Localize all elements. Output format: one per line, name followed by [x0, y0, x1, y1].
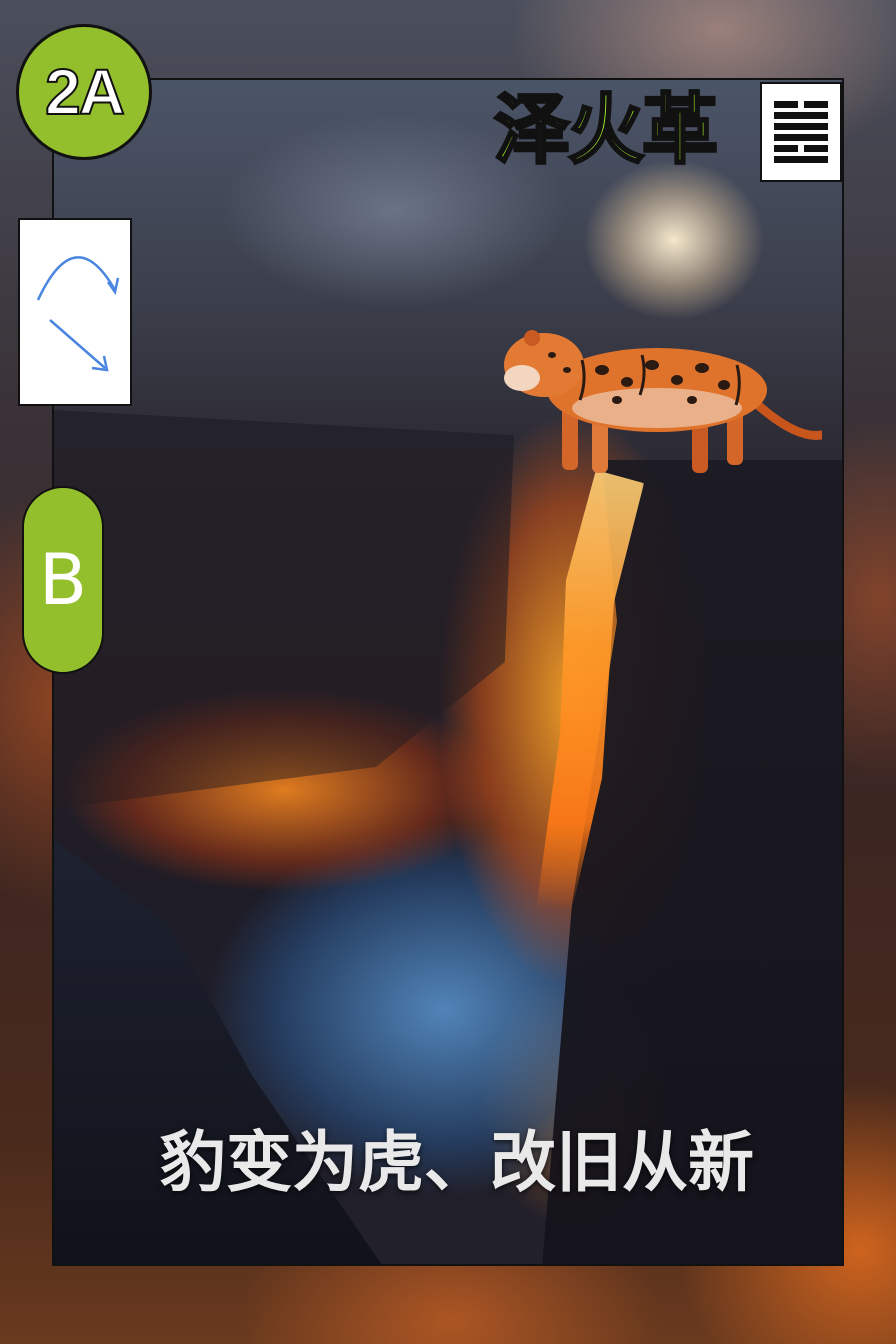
left-cliff: [54, 410, 514, 809]
hexagram-line-solid: [774, 112, 828, 119]
level-badge: 2A: [16, 24, 152, 160]
scene-image: [52, 78, 844, 1266]
hexagram-line-solid: [774, 123, 828, 130]
curved-arrows-icon: [18, 218, 132, 406]
hexagram-title: 泽火革: [493, 84, 720, 176]
hexagram-line-solid: [774, 156, 828, 163]
caption-text: 豹变为虎、改旧从新: [160, 1124, 754, 1201]
hexagram-ge-icon: [760, 82, 842, 182]
side-badge: B: [22, 486, 104, 674]
hexagram-line-broken: [774, 145, 828, 152]
hexagram-line-broken: [774, 101, 828, 108]
hexagram-line-solid: [774, 134, 828, 141]
tiger-illustration: [504, 330, 822, 473]
